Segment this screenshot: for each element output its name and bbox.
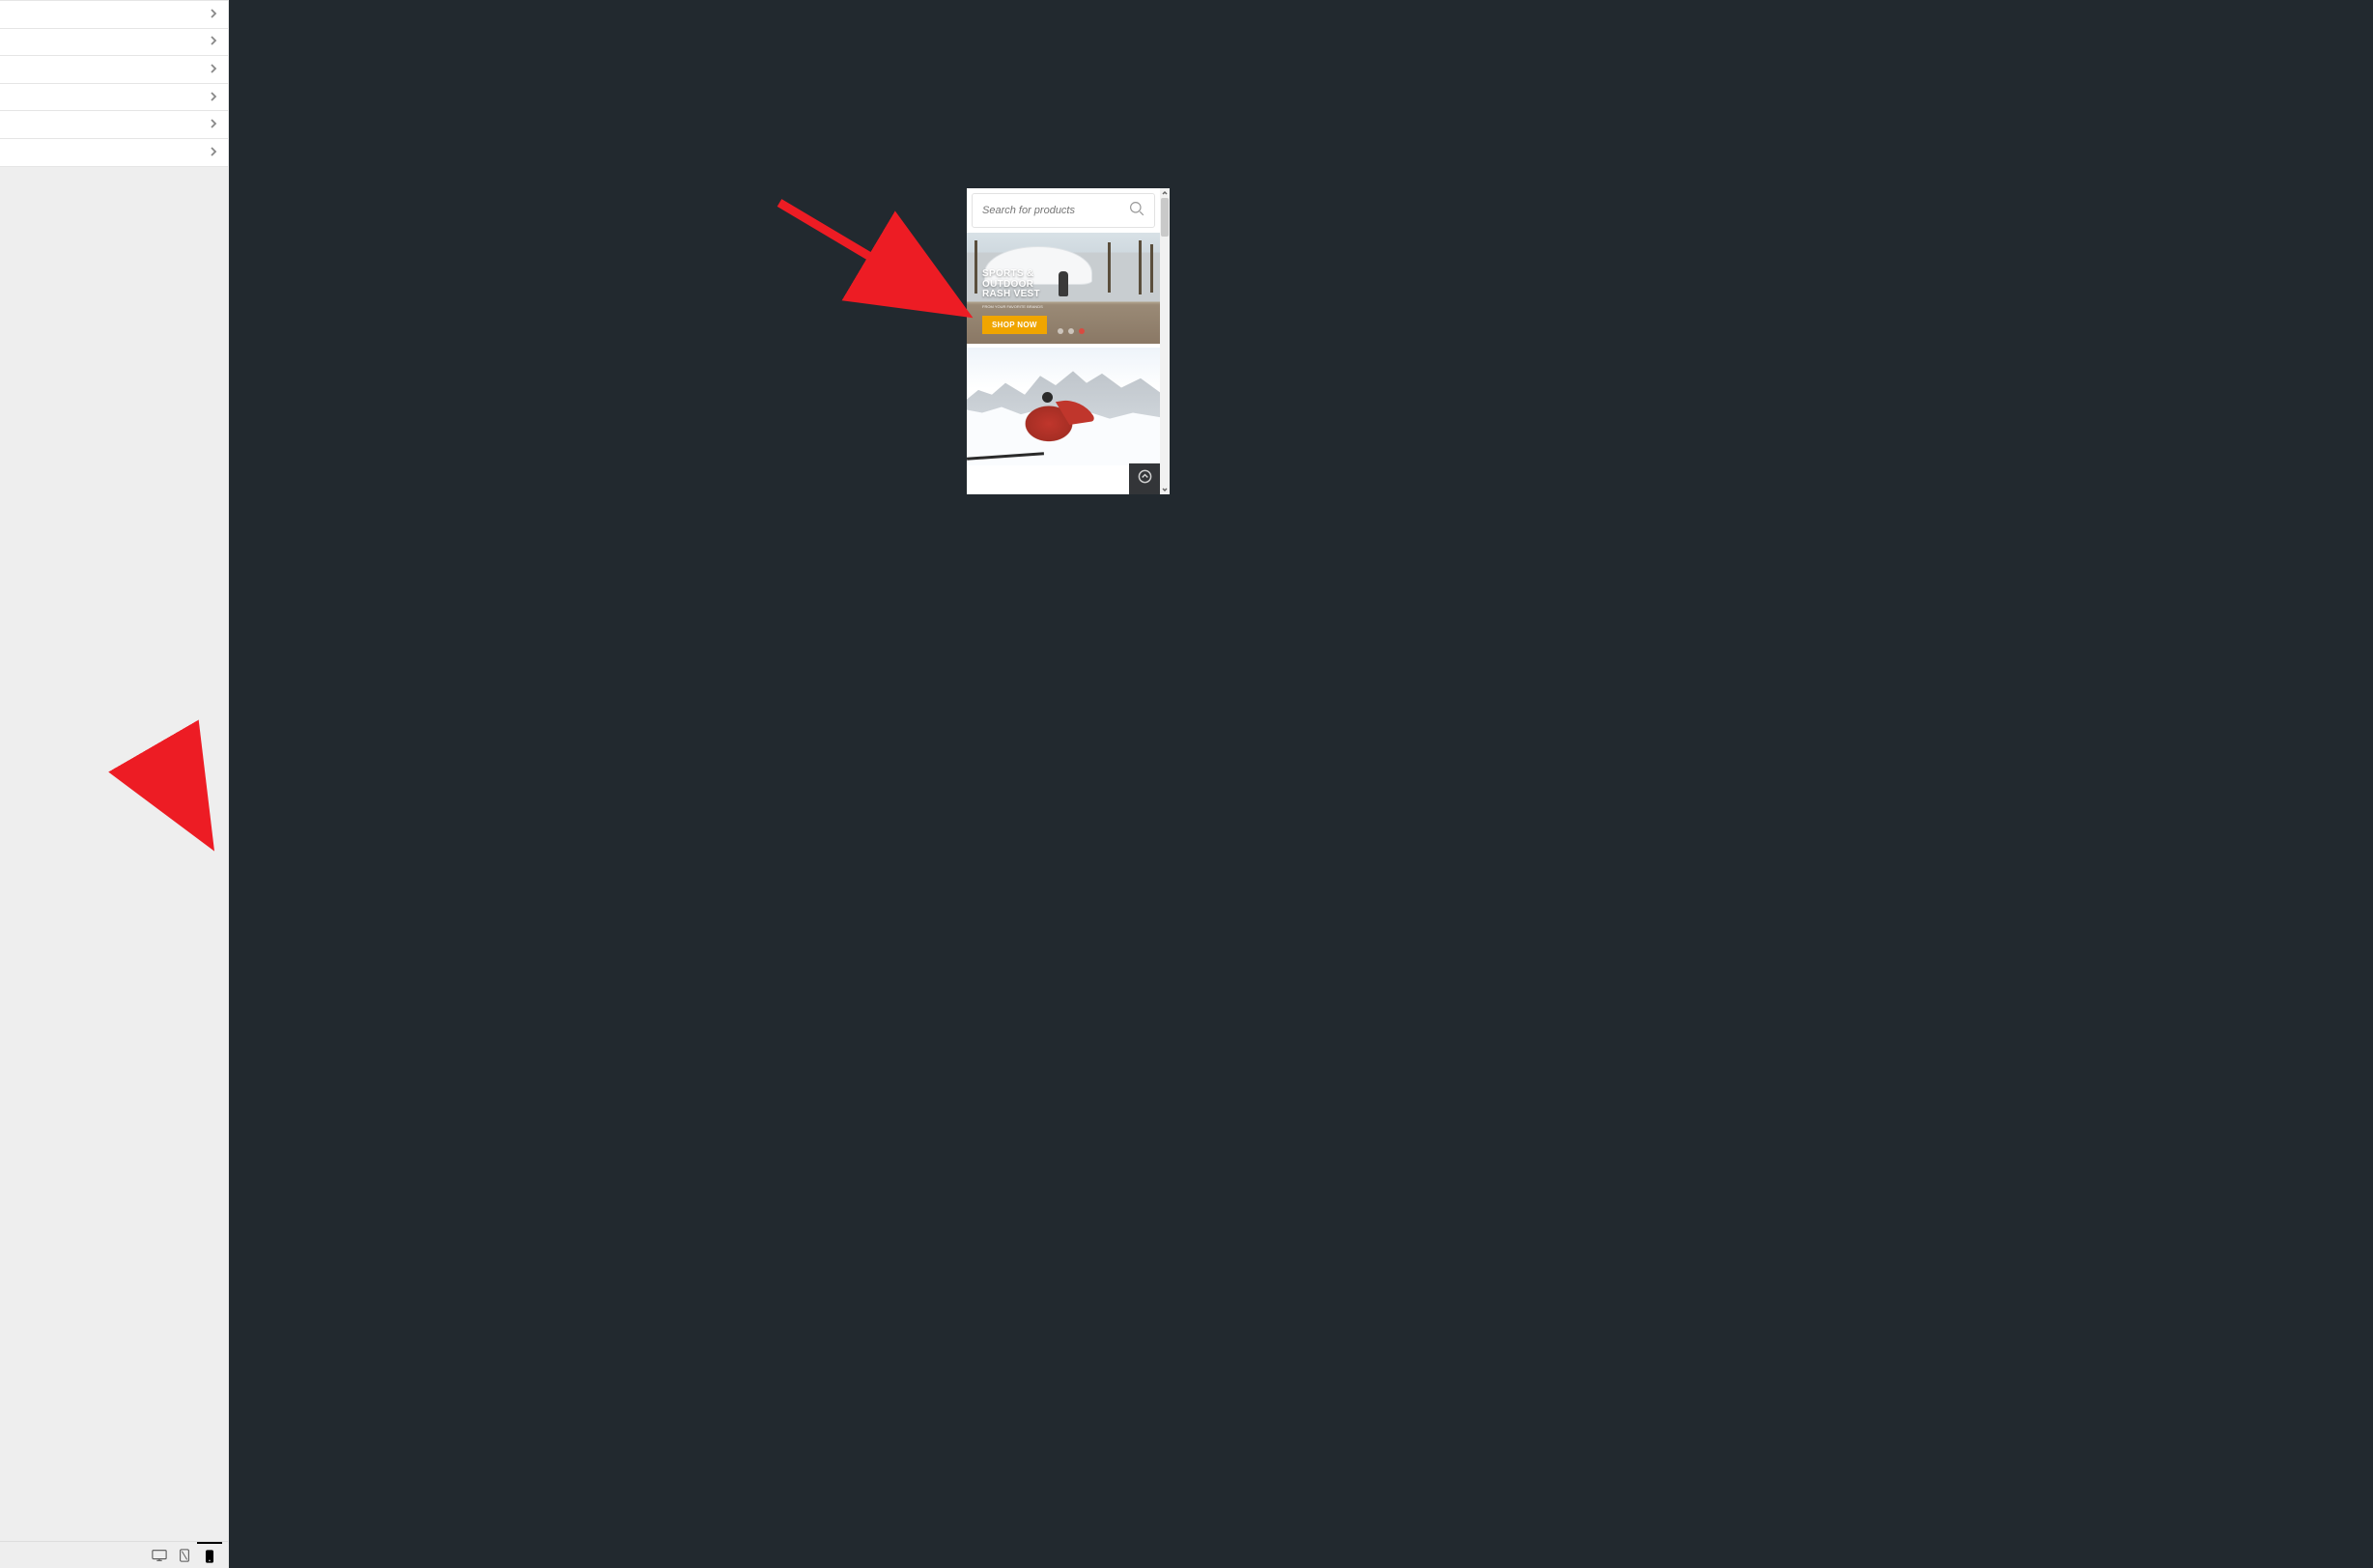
slider-dot[interactable] <box>1079 328 1085 334</box>
chevron-right-icon <box>209 116 218 133</box>
mobile-preview-content: SPORTS & OUTDOOR RASH VEST FROM YOUR FAV… <box>967 188 1160 494</box>
slider-dot[interactable] <box>1068 328 1074 334</box>
mobile-preview-frame: SPORTS & OUTDOOR RASH VEST FROM YOUR FAV… <box>967 188 1170 494</box>
chevron-right-icon <box>209 61 218 78</box>
hero-slider: SPORTS & OUTDOOR RASH VEST FROM YOUR FAV… <box>967 233 1160 344</box>
search-bar <box>972 193 1155 228</box>
device-toolbar <box>0 1541 228 1568</box>
search-input[interactable] <box>982 205 1129 216</box>
hero-image-person <box>1059 271 1068 296</box>
scroll-up-icon[interactable] <box>1160 188 1170 198</box>
scroll-down-icon[interactable] <box>1160 485 1170 494</box>
sidebar-item[interactable] <box>0 139 228 167</box>
chevron-up-circle-icon <box>1138 469 1152 489</box>
device-mobile-button[interactable] <box>197 1542 222 1568</box>
content-banner[interactable] <box>967 348 1160 465</box>
sidebar-item[interactable] <box>0 111 228 139</box>
slider-dot[interactable] <box>1058 328 1063 334</box>
banner-image-figure <box>1023 394 1081 448</box>
chevron-right-icon <box>209 6 218 23</box>
sidebar-section-list <box>0 0 228 167</box>
sidebar-item[interactable] <box>0 84 228 112</box>
sidebar-item[interactable] <box>0 56 228 84</box>
scrollbar-thumb[interactable] <box>1161 198 1169 237</box>
preview-canvas: SPORTS & OUTDOOR RASH VEST FROM YOUR FAV… <box>229 0 2373 1568</box>
back-to-top-button[interactable] <box>1129 463 1160 494</box>
annotation-arrow <box>770 193 992 343</box>
sidebar-item[interactable] <box>0 29 228 57</box>
search-icon[interactable] <box>1129 201 1144 221</box>
shop-now-button[interactable]: SHOP NOW <box>982 316 1047 334</box>
customizer-sidebar <box>0 0 229 1568</box>
hero-title: SPORTS & OUTDOOR RASH VEST <box>982 269 1040 300</box>
hero-subtitle: FROM YOUR FAVORITE BRANDS <box>982 304 1043 309</box>
device-desktop-button[interactable] <box>147 1542 172 1568</box>
device-tablet-button[interactable] <box>172 1542 197 1568</box>
chevron-right-icon <box>209 89 218 106</box>
chevron-right-icon <box>209 144 218 161</box>
slider-dots <box>1058 328 1085 334</box>
sidebar-item[interactable] <box>0 1 228 29</box>
preview-scrollbar[interactable] <box>1160 188 1170 494</box>
chevron-right-icon <box>209 33 218 50</box>
